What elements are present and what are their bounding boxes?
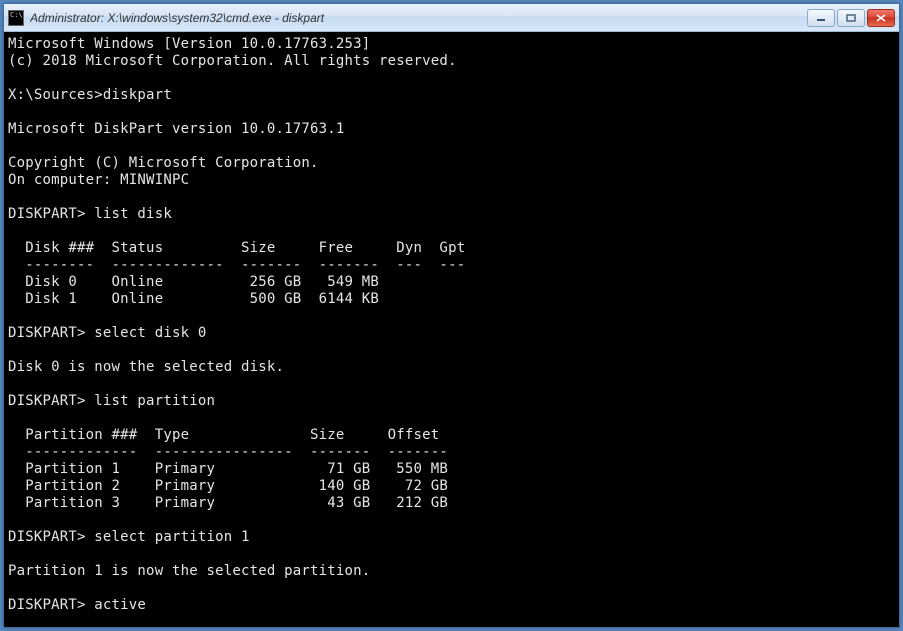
partition-row-2: Partition 3 Primary 43 GB 212 GB [8, 495, 448, 511]
close-icon [876, 14, 886, 22]
minimize-icon [816, 14, 826, 22]
disk-table-header: Disk ### Status Size Free Dyn Gpt [8, 240, 465, 256]
window-title: Administrator: X:\windows\system32\cmd.e… [30, 11, 807, 25]
partition-table-header: Partition ### Type Size Offset [8, 427, 439, 443]
maximize-button[interactable] [837, 9, 865, 27]
shell-prompt-diskpart: X:\Sources>diskpart [8, 87, 172, 103]
os-copyright-line: (c) 2018 Microsoft Corporation. All righ… [8, 53, 457, 69]
select-disk-response: Disk 0 is now the selected disk. [8, 359, 284, 375]
command-select-partition: DISKPART> select partition 1 [8, 529, 250, 545]
disk-table-rule: -------- ------------- ------- ------- -… [8, 257, 465, 273]
command-select-disk: DISKPART> select disk 0 [8, 325, 206, 341]
cmd-icon [8, 10, 24, 26]
close-button[interactable] [867, 9, 895, 27]
window-controls [807, 9, 895, 27]
disk-row-1: Disk 1 Online 500 GB 6144 KB [8, 291, 379, 307]
command-list-disk: DISKPART> list disk [8, 206, 172, 222]
partition-table-rule: ------------- ---------------- ------- -… [8, 444, 448, 460]
command-active: DISKPART> active [8, 597, 146, 613]
diskpart-copyright-line: Copyright (C) Microsoft Corporation. [8, 155, 319, 171]
os-version-line: Microsoft Windows [Version 10.0.17763.25… [8, 36, 370, 52]
disk-row-0: Disk 0 Online 256 GB 549 MB [8, 274, 379, 290]
cmd-window: Administrator: X:\windows\system32\cmd.e… [3, 3, 900, 628]
partition-row-0: Partition 1 Primary 71 GB 550 MB [8, 461, 448, 477]
maximize-icon [846, 14, 856, 22]
terminal-output[interactable]: Microsoft Windows [Version 10.0.17763.25… [4, 32, 899, 627]
titlebar[interactable]: Administrator: X:\windows\system32\cmd.e… [4, 4, 899, 32]
command-list-partition: DISKPART> list partition [8, 393, 215, 409]
on-computer-line: On computer: MINWINPC [8, 172, 189, 188]
diskpart-version-line: Microsoft DiskPart version 10.0.17763.1 [8, 121, 345, 137]
minimize-button[interactable] [807, 9, 835, 27]
partition-row-1: Partition 2 Primary 140 GB 72 GB [8, 478, 448, 494]
select-partition-response: Partition 1 is now the selected partitio… [8, 563, 370, 579]
